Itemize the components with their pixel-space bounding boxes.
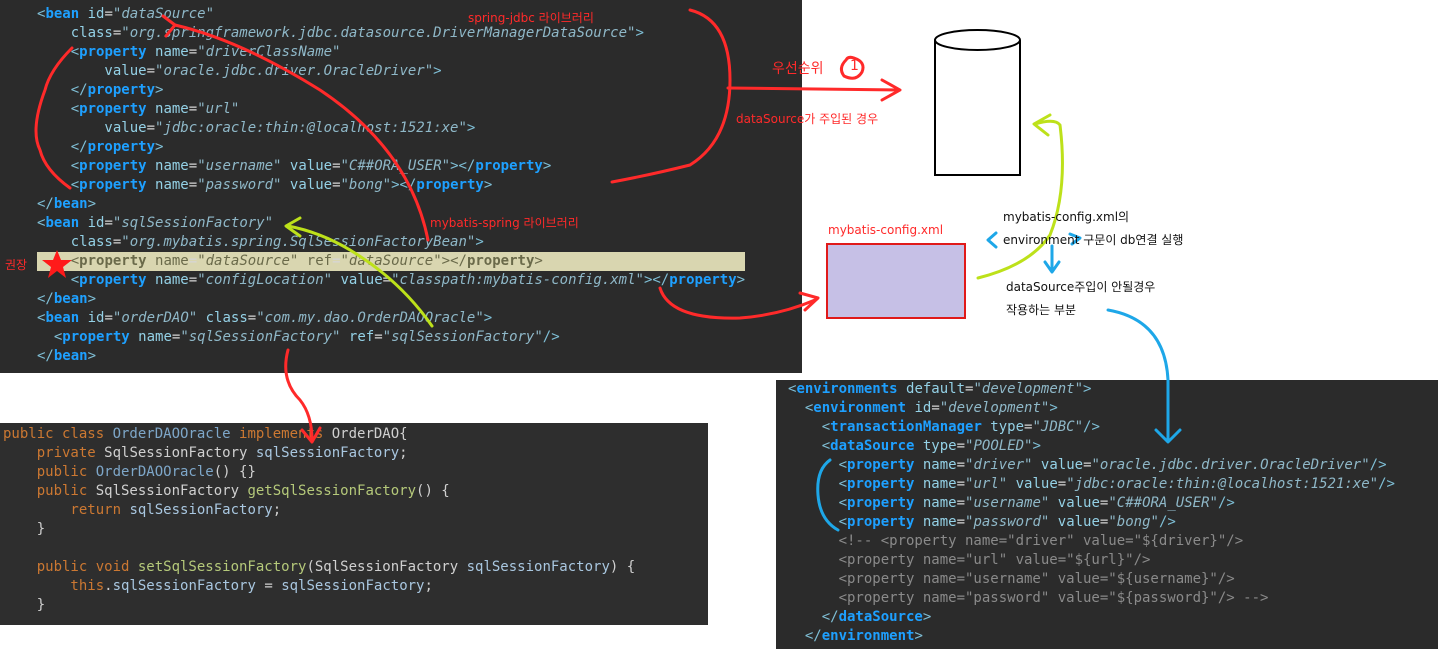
label-priority-1: 1: [850, 58, 859, 74]
curve-spring-jdbc: [610, 8, 732, 184]
label-mybatis-spring: mybatis-spring 라이브러리: [430, 216, 579, 230]
curve-mybatis-spring: [173, 23, 430, 242]
database-cylinder-icon: [934, 29, 1021, 176]
label-env-line1: mybatis-config.xml의: [1003, 210, 1130, 224]
label-priority: 우선순위: [772, 61, 824, 77]
arrow-priority: [726, 86, 900, 92]
brace-datasource-properties: [34, 46, 74, 190]
label-recommended: 권장: [5, 258, 28, 272]
label-no-inject-line1: dataSource주입이 안될경우: [1006, 280, 1156, 294]
mybatis-config-box: [826, 243, 966, 319]
arrow-to-java: [284, 348, 314, 442]
label-datasource-injected: dataSource가 주입된 경우: [736, 112, 879, 126]
recommended-star-icon: [42, 250, 72, 278]
label-spring-jdbc: spring-jdbc 라이브러리: [468, 11, 594, 25]
diagram-overlay: [34, 8, 1182, 532]
label-mybatis-config-box: mybatis-config.xml: [828, 223, 944, 237]
label-no-inject-line2: 작용하는 부분: [1006, 303, 1077, 317]
blue-arrow-to-env: [1106, 308, 1170, 442]
blue-bracket-left: [986, 231, 998, 249]
blue-brace-properties: [816, 458, 840, 532]
green-arrow-recommended: [286, 224, 434, 328]
label-env-line2: environment 구문이 db연결 실행: [1003, 233, 1184, 247]
arrow-to-config-box: [658, 286, 817, 320]
